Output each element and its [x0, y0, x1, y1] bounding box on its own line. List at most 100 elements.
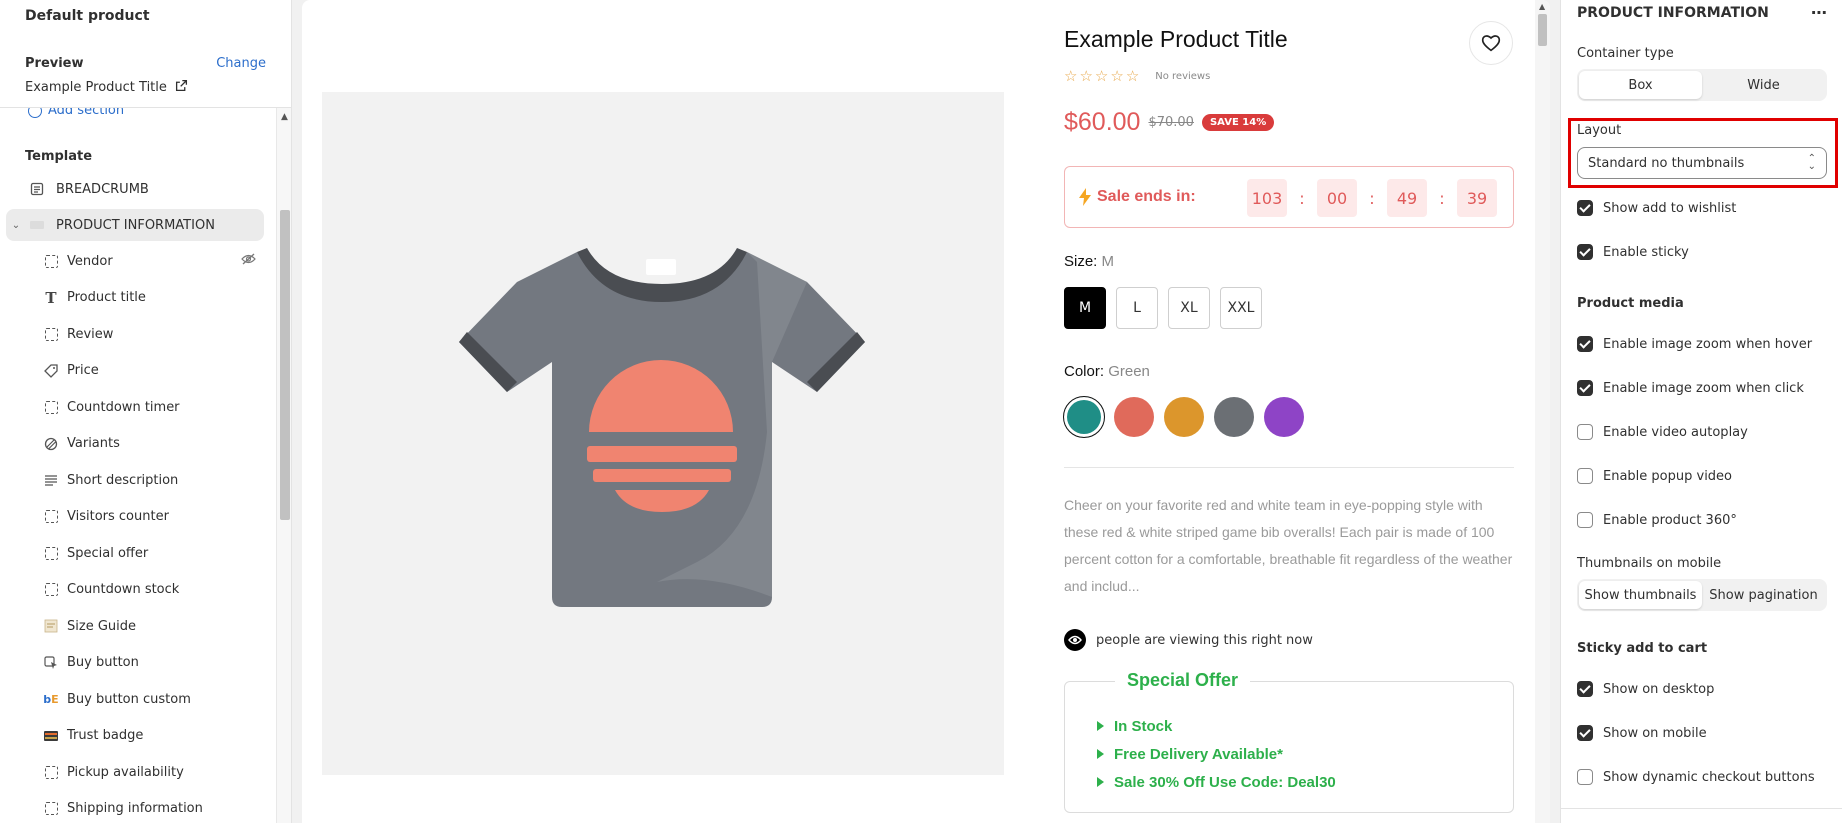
section-icon [26, 219, 48, 231]
theme-editor: Default product Preview Change Example P… [0, 0, 1842, 823]
external-link-icon[interactable] [175, 79, 188, 96]
triangle-bullet-icon [1097, 749, 1104, 759]
checkbox-unchecked[interactable] [1577, 424, 1593, 440]
block-item-label: Size Guide [67, 618, 136, 634]
popup-video-checkbox[interactable]: Enable popup video [1577, 468, 1732, 484]
block-item[interactable]: Visitors counter [6, 501, 264, 533]
block-item[interactable]: Buy button [6, 647, 264, 679]
color-swatch-gray[interactable] [1214, 397, 1254, 437]
cursor-icon [43, 655, 59, 670]
container-wide-option[interactable]: Wide [1702, 71, 1825, 99]
save-badge: SAVE 14% [1201, 114, 1275, 131]
size-option[interactable]: XXL [1220, 287, 1262, 329]
checkbox-unchecked[interactable] [1577, 769, 1593, 785]
block-item-label: Visitors counter [67, 509, 169, 524]
add-section-button[interactable]: Add section [28, 108, 124, 118]
size-option[interactable]: M [1064, 287, 1106, 329]
sidebar-scrollbar[interactable]: ▲ [276, 108, 291, 823]
checkbox-checked[interactable] [1577, 725, 1593, 741]
preview-row: Preview Change [25, 56, 266, 71]
block-item[interactable]: Size Guide [6, 610, 264, 642]
select-caret-icon: ⌃ ⌄ [1807, 153, 1816, 172]
sticky-cart-heading: Sticky add to cart [1577, 641, 1708, 656]
no-reviews-text: No reviews [1155, 70, 1211, 82]
timer-days: 103 [1247, 179, 1287, 217]
rating-stars[interactable]: ☆ ☆ ☆ ☆ ☆ No reviews [1064, 67, 1210, 85]
preview-scrollbar[interactable]: ▲ [1535, 0, 1550, 823]
scroll-up-icon[interactable]: ▲ [281, 112, 288, 122]
container-box-option[interactable]: Box [1579, 71, 1702, 99]
size-option[interactable]: XL [1168, 287, 1210, 329]
block-item[interactable]: Shipping information [6, 793, 264, 823]
section-breadcrumb-label: BREADCRUMB [56, 181, 149, 197]
block-item[interactable]: Short description [6, 464, 264, 496]
checkbox-checked[interactable] [1577, 681, 1593, 697]
section-product-information[interactable]: ⌄ PRODUCT INFORMATION [6, 209, 264, 241]
wishlist-button[interactable] [1469, 21, 1513, 65]
block-item[interactable]: Review [6, 318, 264, 350]
color-swatch-green[interactable] [1063, 396, 1105, 438]
eye-off-icon[interactable] [241, 253, 256, 269]
zoom-hover-checkbox[interactable]: Enable image zoom when hover [1577, 336, 1812, 352]
block-item[interactable]: Countdown timer [6, 391, 264, 423]
checkbox-checked[interactable] [1577, 336, 1593, 352]
show-wishlist-checkbox[interactable]: Show add to wishlist [1577, 200, 1736, 216]
block-item[interactable]: Variants [6, 428, 264, 460]
checkbox-checked[interactable] [1577, 244, 1593, 260]
countdown-timer: Sale ends in: 103 : 00 : 49 : 39 [1064, 166, 1514, 228]
layout-label: Layout [1577, 123, 1622, 138]
block-item[interactable]: Countdown stock [6, 574, 264, 606]
block-item-label: Vendor [67, 253, 113, 269]
block-item-label: Countdown timer [67, 399, 180, 415]
short-description: Cheer on your favorite red and white tea… [1064, 497, 1513, 594]
block-item[interactable]: T Product title [6, 282, 264, 314]
block-item[interactable]: bE Buy button custom [6, 683, 264, 715]
preview-product-name: Example Product Title [25, 80, 167, 95]
color-swatch-orange[interactable] [1164, 397, 1204, 437]
checkbox-checked[interactable] [1577, 380, 1593, 396]
section-breadcrumb[interactable]: BREADCRUMB [6, 173, 264, 205]
block-item[interactable]: Trust badge [6, 720, 264, 752]
color-swatch-purple[interactable] [1264, 397, 1304, 437]
block-item-label: Product title [67, 290, 146, 305]
checkbox-checked[interactable] [1577, 200, 1593, 216]
show-desktop-checkbox[interactable]: Show on desktop [1577, 681, 1714, 697]
enable-sticky-checkbox[interactable]: Enable sticky [1577, 244, 1689, 260]
preview-scroll-thumb[interactable] [1538, 14, 1547, 46]
preview-product[interactable]: Example Product Title [25, 79, 266, 96]
video-autoplay-checkbox[interactable]: Enable video autoplay [1577, 424, 1748, 440]
show-pagination-option[interactable]: Show pagination [1702, 581, 1825, 609]
more-options-icon[interactable]: ⋯ [1811, 3, 1828, 22]
container-type-label: Container type [1577, 46, 1674, 61]
block-item[interactable]: Price [6, 355, 264, 387]
change-preview-link[interactable]: Change [216, 56, 266, 71]
checkbox-unchecked[interactable] [1577, 468, 1593, 484]
checkbox-unchecked[interactable] [1577, 512, 1593, 528]
lightning-icon [1079, 188, 1091, 206]
thumbnails-mobile-label: Thumbnails on mobile [1577, 556, 1722, 571]
timer-hours: 00 [1317, 179, 1357, 217]
show-thumbnails-option[interactable]: Show thumbnails [1579, 581, 1702, 609]
block-item[interactable]: Pickup availability [6, 756, 264, 788]
show-mobile-checkbox[interactable]: Show on mobile [1577, 725, 1707, 741]
product-image[interactable] [322, 92, 1004, 775]
layout-select[interactable]: Standard no thumbnails ⌃ ⌄ [1577, 147, 1827, 179]
color-swatches [1063, 396, 1304, 438]
color-swatch-red[interactable] [1114, 397, 1154, 437]
product-360-checkbox[interactable]: Enable product 360° [1577, 512, 1737, 528]
block-item[interactable]: Vendor [6, 245, 264, 277]
size-option[interactable]: L [1116, 287, 1158, 329]
block-item-label: Review [67, 326, 114, 342]
sidebar-scroll-thumb[interactable] [280, 210, 290, 520]
section-product-information-label: PRODUCT INFORMATION [56, 217, 215, 233]
scroll-up-icon[interactable]: ▲ [1539, 2, 1545, 11]
paragraph-icon [43, 474, 59, 486]
dynamic-checkout-checkbox[interactable]: Show dynamic checkout buttons [1577, 769, 1815, 785]
trust-badge-icon [43, 729, 59, 743]
zoom-click-checkbox[interactable]: Enable image zoom when click [1577, 380, 1804, 396]
tshirt-image [459, 248, 865, 607]
star-icon: ☆ [1125, 67, 1140, 85]
offer-list: In Stock Free Delivery Available* Sale 3… [1097, 712, 1336, 796]
chevron-down-icon[interactable]: ⌄ [6, 220, 26, 231]
block-item[interactable]: Special offer [6, 537, 264, 569]
